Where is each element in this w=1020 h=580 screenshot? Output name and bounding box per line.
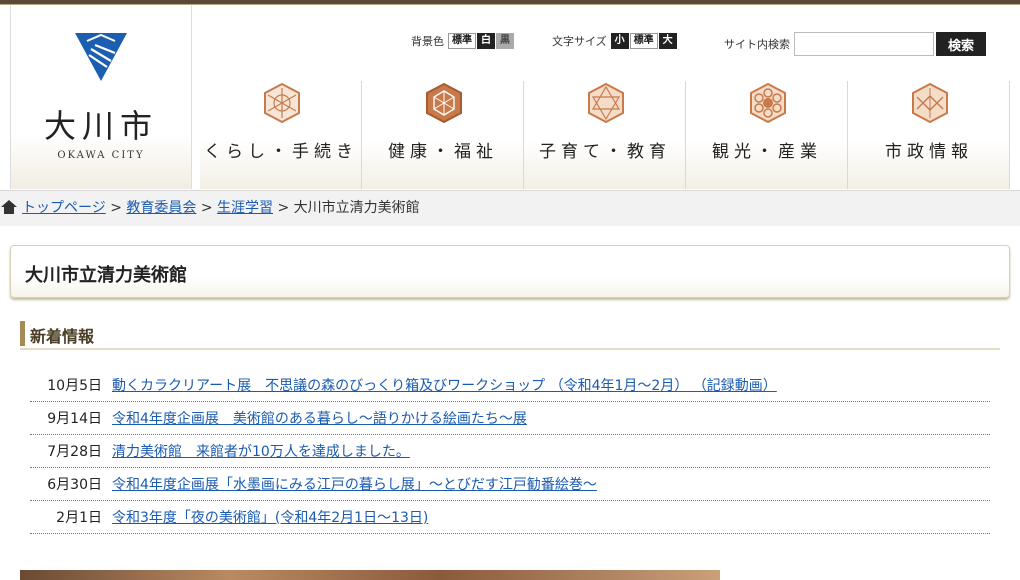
news-link[interactable]: 清力美術館 来館者が10万人を達成しました。 xyxy=(112,441,410,461)
breadcrumb: トップページ > 教育委員会 > 生涯学習 > 大川市立清力美術館 xyxy=(0,190,1020,226)
bg-standard-button[interactable]: 標準 xyxy=(448,33,476,49)
global-nav: くらし・手続き 健康・福祉 子育て・教育 観光・産業 市政情報 xyxy=(200,81,1020,189)
nav-label: くらし・手続き xyxy=(204,142,358,162)
font-size-switcher: 文字サイズ 小 標準 大 xyxy=(552,33,678,49)
hexagon-emblem-icon xyxy=(588,83,624,123)
breadcrumb-link[interactable]: トップページ xyxy=(22,200,106,216)
city-emblem-icon xyxy=(75,33,127,81)
news-link[interactable]: 令和4年度企画展 美術館のある暮らし〜語りかける絵画たち〜展 xyxy=(112,408,527,428)
breadcrumb-link[interactable]: 生涯学習 xyxy=(217,200,273,216)
hexagon-emblem-icon xyxy=(750,83,786,123)
search-input[interactable] xyxy=(794,32,934,56)
news-heading: 新着情報 xyxy=(30,327,95,346)
home-icon xyxy=(1,200,17,214)
page-title-box: 大川市立清力美術館 xyxy=(10,245,1010,298)
breadcrumb-separator: > xyxy=(277,200,290,216)
font-size-label: 文字サイズ xyxy=(552,35,607,48)
news-date: 7月28日 xyxy=(47,444,102,460)
bg-color-label: 背景色 xyxy=(411,35,444,48)
nav-item-childcare[interactable]: 子育て・教育 xyxy=(524,81,686,189)
font-standard-button[interactable]: 標準 xyxy=(629,33,658,49)
nav-item-tourism[interactable]: 観光・産業 xyxy=(686,81,848,189)
list-item: 7月28日 清力美術館 来館者が10万人を達成しました。 xyxy=(30,435,990,468)
bg-black-button[interactable]: 黒 xyxy=(496,33,514,49)
news-link[interactable]: 令和3年度「夜の美術館」(令和4年2月1日〜13日) xyxy=(112,507,428,527)
list-item: 10月5日 動くカラクリアート展 不思議の森のびっくり箱及びワークショップ （令… xyxy=(30,369,990,402)
font-large-button[interactable]: 大 xyxy=(658,33,677,49)
bg-color-switcher: 背景色 標準 白 黒 xyxy=(411,33,515,49)
search-button[interactable]: 検索 xyxy=(936,32,986,56)
nav-label: 市政情報 xyxy=(885,142,973,162)
nav-label: 観光・産業 xyxy=(712,142,822,162)
nav-label: 健康・福祉 xyxy=(388,142,498,162)
hexagon-emblem-icon xyxy=(426,83,462,123)
list-item: 2月1日 令和3年度「夜の美術館」(令和4年2月1日〜13日) xyxy=(30,501,990,534)
list-item: 6月30日 令和4年度企画展「水墨画にみる江戸の暮らし展」〜とびだす江戸勧番絵巻… xyxy=(30,468,990,501)
site-logo[interactable]: 大川市 OKAWA CITY xyxy=(10,5,192,189)
news-link[interactable]: 動くカラクリアート展 不思議の森のびっくり箱及びワークショップ （令和4年1月〜… xyxy=(112,375,777,395)
news-list: 10月5日 動くカラクリアート展 不思議の森のびっくり箱及びワークショップ （令… xyxy=(30,369,990,534)
nav-item-city-info[interactable]: 市政情報 xyxy=(848,81,1010,189)
news-link[interactable]: 令和4年度企画展「水墨画にみる江戸の暮らし展」〜とびだす江戸勧番絵巻〜 xyxy=(112,474,597,494)
nav-item-living[interactable]: くらし・手続き xyxy=(200,81,362,189)
hexagon-emblem-icon xyxy=(912,83,948,123)
nav-label: 子育て・教育 xyxy=(539,142,671,162)
breadcrumb-separator: > xyxy=(200,200,213,216)
news-section-heading: 新着情報 xyxy=(20,320,1000,350)
logo-title: 大川市 xyxy=(43,107,158,145)
site-search: サイト内検索 検索 xyxy=(724,32,986,56)
site-header: 大川市 OKAWA CITY 背景色 標準 白 黒 文字サイズ 小 標準 大 サ… xyxy=(0,5,1020,190)
heading-accent-bar xyxy=(20,321,25,346)
museum-photo xyxy=(20,570,720,580)
news-date: 6月30日 xyxy=(47,477,102,493)
list-item: 9月14日 令和4年度企画展 美術館のある暮らし〜語りかける絵画たち〜展 xyxy=(30,402,990,435)
page-title: 大川市立清力美術館 xyxy=(25,265,187,286)
hexagon-emblem-icon xyxy=(264,83,300,123)
breadcrumb-separator: > xyxy=(110,200,122,216)
search-label: サイト内検索 xyxy=(724,38,790,51)
breadcrumb-current: 大川市立清力美術館 xyxy=(293,200,420,216)
logo-subtitle: OKAWA CITY xyxy=(57,150,145,161)
nav-item-health[interactable]: 健康・福祉 xyxy=(362,81,524,189)
news-date: 2月1日 xyxy=(56,510,102,526)
bg-white-button[interactable]: 白 xyxy=(477,33,495,49)
news-date: 10月5日 xyxy=(47,378,102,394)
breadcrumb-link[interactable]: 教育委員会 xyxy=(126,200,196,216)
font-small-button[interactable]: 小 xyxy=(610,33,629,49)
news-date: 9月14日 xyxy=(47,411,102,427)
breadcrumb-trail: トップページ > 教育委員会 > 生涯学習 > 大川市立清力美術館 xyxy=(22,191,420,225)
